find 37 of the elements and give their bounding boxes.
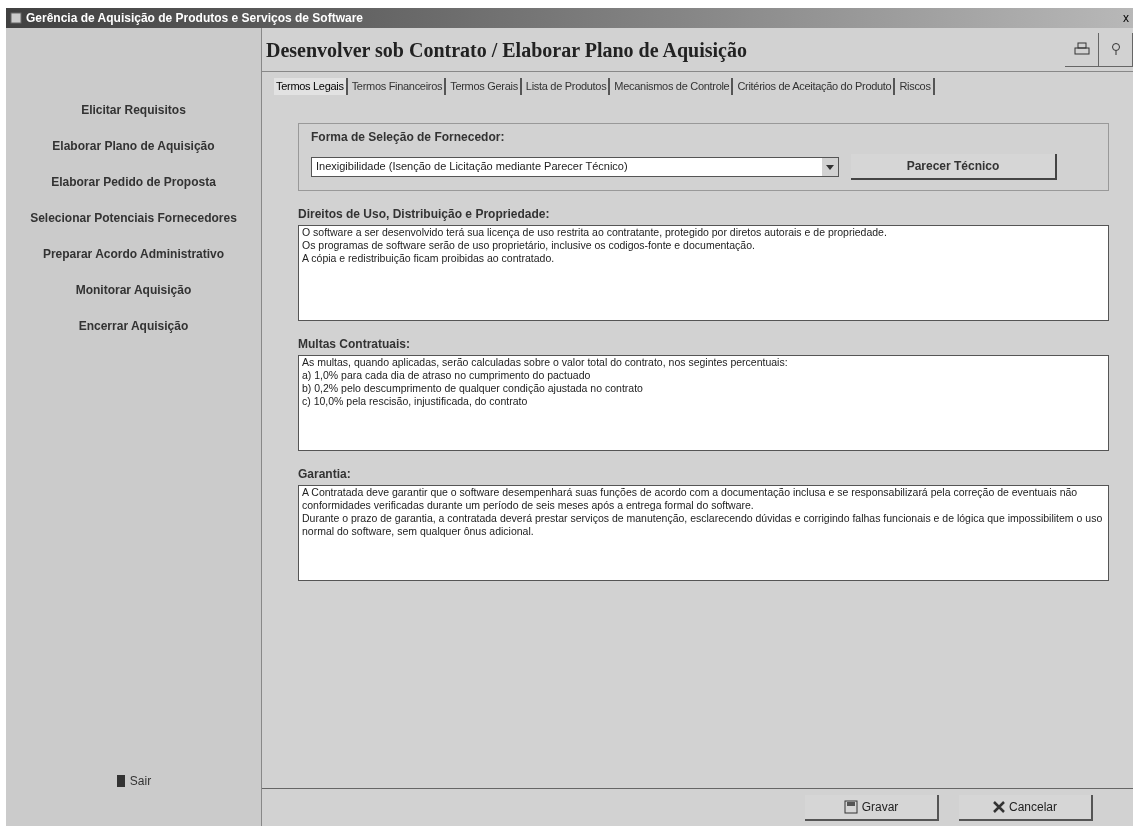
help-button[interactable] [1099,32,1133,67]
field-label: Garantia: [298,465,352,483]
printer-icon [1073,42,1090,56]
lightbulb-icon [1110,42,1121,56]
exit-button[interactable]: Sair [129,772,152,790]
tab[interactable]: Termos Gerais [448,78,522,95]
supplier-dropdown[interactable]: Inexigibilidade (Isenção de Licitação mediante Parecer Técnico) [311,156,839,177]
sidebar-item[interactable]: Selecionar Potenciais Fornecedores [30,200,237,236]
field-label: Direitos de Uso, Distribuição e Propriedade: [298,205,551,223]
technical-opinion-button[interactable]: Parecer Técnico [851,153,1057,180]
save-button[interactable]: Gravar [805,794,939,821]
sidebar-item[interactable]: Elaborar Pedido de Proposta [51,164,216,200]
door-icon [115,774,126,788]
app-icon [10,12,22,24]
tab[interactable]: Mecanismos de Controle [612,78,734,95]
field-label: Forma de Seleção de Fornecedor: [311,128,506,146]
tab[interactable]: Termos Financeiros [349,78,447,95]
sidebar-item[interactable]: Encerrar Aquisição [78,308,189,344]
x-icon [993,800,1005,813]
sidebar-item[interactable]: Elicitar Requisitos [81,92,186,128]
window-title: Gerência de Aquisição de Produtos e Serviços de Software [26,10,363,27]
print-button[interactable] [1065,32,1099,67]
close-button[interactable]: x [1123,9,1129,27]
sidebar-item[interactable]: Monitorar Aquisição [75,272,192,308]
text-area[interactable]: O software a ser desenvolvido terá sua licença de uso restrita ao contratante, protegido por diretos autorais e de propriedade. Os programas de software serão de uso proprietário, inclusive os codigos-fonte e documentação. A cópia e redistribuição ficam proibidas ao contratado. [298,224,1109,321]
field-label: Multas Contratuais: [298,335,411,353]
text-area[interactable]: A Contratada deve garantir que o software desempenhará suas funções de acordo com a documentação inclusa e se responsabilizará pela correção de eventuais não conformidades verificadas durante um período de seis meses após a entrega formal do software. Durante o prazo de garantia, a contratada deverá prestar serviços de manutenção, esclarecendo dúvidas e corrigindo falhas funcionais e de lógica que impossibilitem o uso normal do software, sem qualquer ônus adicional. [298,484,1109,581]
text-area[interactable]: As multas, quando aplicadas, serão calculadas sobre o valor total do contrato, nos segintes percentuais: a) 1,0% para cada dia de atraso no cumprimento do pactuado b) 0,2% pelo descumprimento de qualquer condição ajustada no contrato c) 10,0% pela rescisão, injustificada, do contrato [298,354,1109,451]
floppy-icon [843,799,858,814]
tab[interactable]: Critérios de Aceitação do Produto [735,78,896,95]
tab[interactable]: Termos Legais [274,78,348,95]
tab[interactable]: Riscos [897,78,935,95]
cancel-button[interactable]: Cancelar [959,794,1093,821]
page-title: Desenvolver sob Contrato / Elaborar Plano de Aquisição [266,37,748,64]
sidebar-item[interactable]: Preparar Acordo Administrativo [42,236,225,272]
sidebar-item[interactable]: Elaborar Plano de Aquisição [52,128,215,164]
tab[interactable]: Lista de Produtos [523,78,611,95]
